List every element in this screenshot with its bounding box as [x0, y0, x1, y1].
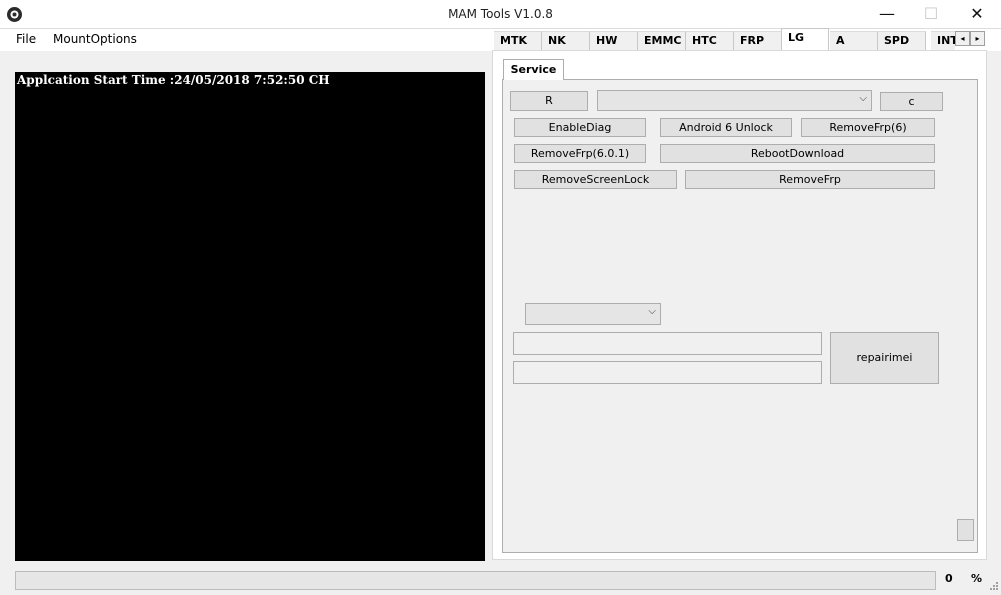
tab-hw[interactable]: HW — [590, 31, 638, 50]
imei1-field[interactable] — [513, 332, 822, 355]
log-line: Applcation Start Time :24/05/2018 7:52:5… — [17, 73, 330, 87]
tab-frp[interactable]: FRP — [734, 31, 782, 50]
imei2-field[interactable] — [513, 361, 822, 384]
close-icon[interactable]: ✕ — [954, 0, 1000, 29]
remove-frp-button[interactable]: RemoveFrp — [685, 170, 935, 189]
tab-spd[interactable]: SPD — [878, 31, 926, 50]
window-title: MAM Tools V1.0.8 — [448, 7, 553, 21]
tab-scroll-left-icon[interactable]: ◂ — [955, 31, 970, 46]
tab-service[interactable]: Service — [503, 59, 564, 80]
tab-inti[interactable]: INTI — [931, 31, 955, 50]
log-console[interactable]: Applcation Start Time :24/05/2018 7:52:5… — [15, 72, 485, 561]
model-select[interactable]: ⌵ — [525, 303, 661, 325]
progress-bar — [15, 571, 936, 590]
resize-grip[interactable] — [957, 519, 974, 541]
r-button[interactable]: R — [510, 91, 588, 111]
tab-scroll-right-icon[interactable]: ▸ — [970, 31, 985, 46]
reboot-download-button[interactable]: RebootDownload — [660, 144, 935, 163]
remove-frp-601-button[interactable]: RemoveFrp(6.0.1) — [514, 144, 646, 163]
size-grip-icon[interactable] — [989, 580, 999, 592]
tab-lg[interactable]: LG — [781, 28, 829, 50]
tab-a[interactable]: A — [830, 31, 878, 50]
menu-file[interactable]: File — [16, 32, 36, 46]
c-button[interactable]: c — [880, 92, 943, 111]
progress-value: 0 — [945, 572, 953, 585]
minimize-icon[interactable]: — — [864, 0, 910, 29]
maximize-icon[interactable]: ☐ — [908, 0, 954, 29]
repair-imei-button[interactable]: repairimei — [830, 332, 939, 384]
chevron-down-icon: ⌵ — [648, 306, 656, 317]
tab-htc[interactable]: HTC — [686, 31, 734, 50]
percent-sign: % — [971, 572, 983, 585]
tab-mtk[interactable]: MTK — [494, 31, 542, 50]
menu-mount-options[interactable]: MountOptions — [53, 32, 137, 46]
enable-diag-button[interactable]: EnableDiag — [514, 118, 646, 137]
port-select[interactable]: ⌵ — [597, 90, 872, 111]
remove-frp-6-button[interactable]: RemoveFrp(6) — [801, 118, 935, 137]
remove-screen-lock-button[interactable]: RemoveScreenLock — [514, 170, 677, 189]
chevron-down-icon: ⌵ — [859, 93, 867, 104]
tab-nk[interactable]: NK — [542, 31, 590, 50]
title-bar: MAM Tools V1.0.8 — ☐ ✕ — [0, 0, 1001, 29]
tab-emmc[interactable]: EMMC — [638, 31, 686, 50]
android6-unlock-button[interactable]: Android 6 Unlock — [660, 118, 792, 137]
